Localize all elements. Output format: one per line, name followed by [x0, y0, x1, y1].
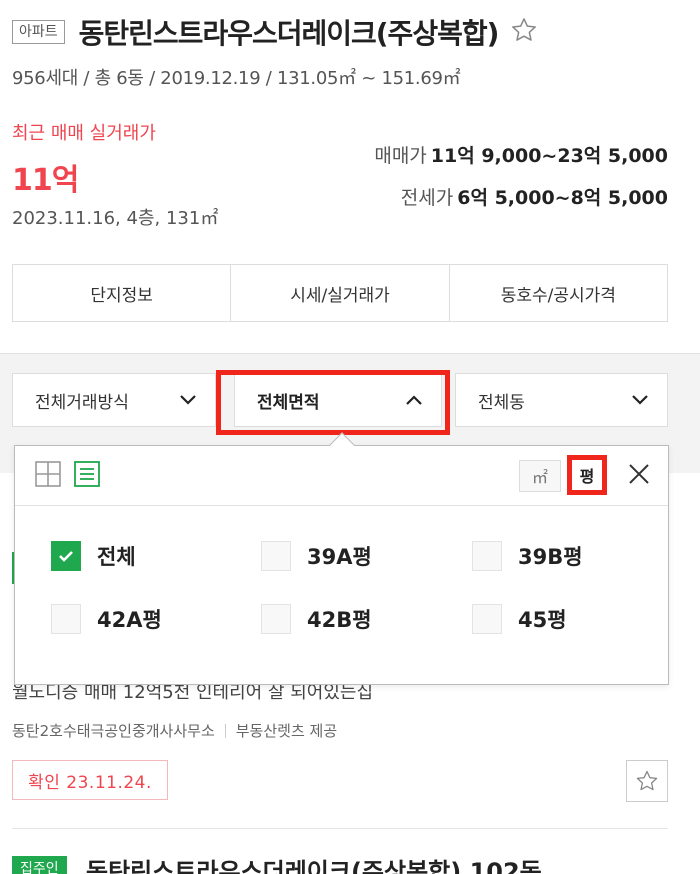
area-option-39b[interactable]: 39B평 [472, 541, 583, 571]
sale-price-label: 매매가 [374, 145, 427, 167]
area-option-45[interactable]: 45평 [472, 604, 567, 634]
info-tabs: 단지정보 시세/실거래가 동호수/공시가격 [12, 264, 668, 322]
checkbox[interactable] [51, 604, 81, 634]
checkbox[interactable] [472, 541, 502, 571]
recent-trade-price: 11억 [12, 163, 79, 198]
area-option-label: 42B평 [307, 608, 372, 632]
unit-pyeong-toggle[interactable]: 평 [567, 455, 607, 495]
area-dropdown-panel: ㎡ 평 전체 39A평 39B평 42A평 42B평 45평 [14, 445, 669, 685]
trade-type-filter-label: 전체거래방식 [35, 392, 129, 413]
jeonse-price-label: 전세가 [400, 187, 454, 209]
area-option-label: 전체 [97, 545, 136, 569]
checkbox-checked[interactable] [51, 541, 81, 571]
checkbox[interactable] [472, 604, 502, 634]
recent-trade-detail: 2023.11.16, 4층, 131㎡ [12, 208, 219, 229]
star-icon [636, 770, 658, 791]
recent-trade-label: 최근 매매 실거래가 [12, 123, 156, 144]
area-option-42b[interactable]: 42B평 [261, 604, 372, 634]
jeonse-price-value: 6억 5,000~8억 5,000 [457, 187, 668, 209]
unit-sqm-toggle[interactable]: ㎡ [519, 460, 561, 492]
complex-title: 동탄린스트라우스더레이크(주상복합) [78, 17, 500, 50]
header-row: 아파트 동탄린스트라우스더레이크(주상복합) [12, 12, 538, 52]
chevron-down-icon [180, 395, 196, 405]
tab-market-price[interactable]: 시세/실거래가 [231, 265, 450, 321]
listing-favorite-button[interactable] [626, 760, 668, 802]
owner-badge: 집주인 [12, 856, 67, 874]
confirm-date-tag: 확인 23.11.24. [12, 760, 168, 800]
divider [224, 723, 226, 738]
agency-name: 동탄2호수태극공인중개사사무소 [12, 722, 215, 740]
area-option-label: 39B평 [518, 545, 583, 569]
list-view-icon[interactable] [74, 461, 100, 487]
area-option-39a[interactable]: 39A평 [261, 541, 372, 571]
listing-divider [12, 828, 668, 829]
area-option-all[interactable]: 전체 [51, 541, 136, 571]
sale-price-range: 매매가 11억 9,000~23억 5,000 [374, 141, 668, 168]
grid-view-icon[interactable] [35, 461, 61, 487]
checkbox[interactable] [261, 541, 291, 571]
listing-agency: 동탄2호수태극공인중개사사무소 부동산렛츠 제공 [12, 720, 337, 741]
area-option-42a[interactable]: 42A평 [51, 604, 162, 634]
jeonse-price-range: 전세가 6억 5,000~8억 5,000 [401, 183, 668, 210]
checkbox[interactable] [261, 604, 291, 634]
data-provider: 부동산렛츠 제공 [235, 722, 338, 740]
sale-price-value: 11억 9,000~23억 5,000 [430, 145, 668, 167]
favorite-star-icon[interactable] [498, 16, 538, 48]
area-filter-highlight [216, 370, 450, 435]
trade-type-filter[interactable]: 전체거래방식 [12, 373, 216, 427]
property-type-badge: 아파트 [12, 20, 65, 44]
check-icon [59, 551, 73, 562]
area-option-label: 45평 [518, 608, 567, 632]
complex-summary: 956세대 / 총 6동 / 2019.12.19 / 131.05㎡ ~ 15… [12, 68, 461, 89]
building-filter-label: 전체동 [478, 392, 525, 413]
close-icon[interactable] [626, 461, 652, 487]
chevron-down-icon [632, 395, 648, 405]
building-filter[interactable]: 전체동 [455, 373, 668, 427]
tab-complex-info[interactable]: 단지정보 [13, 265, 232, 321]
area-option-label: 39A평 [307, 545, 372, 569]
tab-unit-public-price[interactable]: 동호수/공시가격 [450, 265, 667, 321]
area-option-label: 42A평 [97, 608, 162, 632]
next-listing-title[interactable]: 동탄린스트라우스더레이크(주상복합) 102동 [86, 852, 542, 874]
